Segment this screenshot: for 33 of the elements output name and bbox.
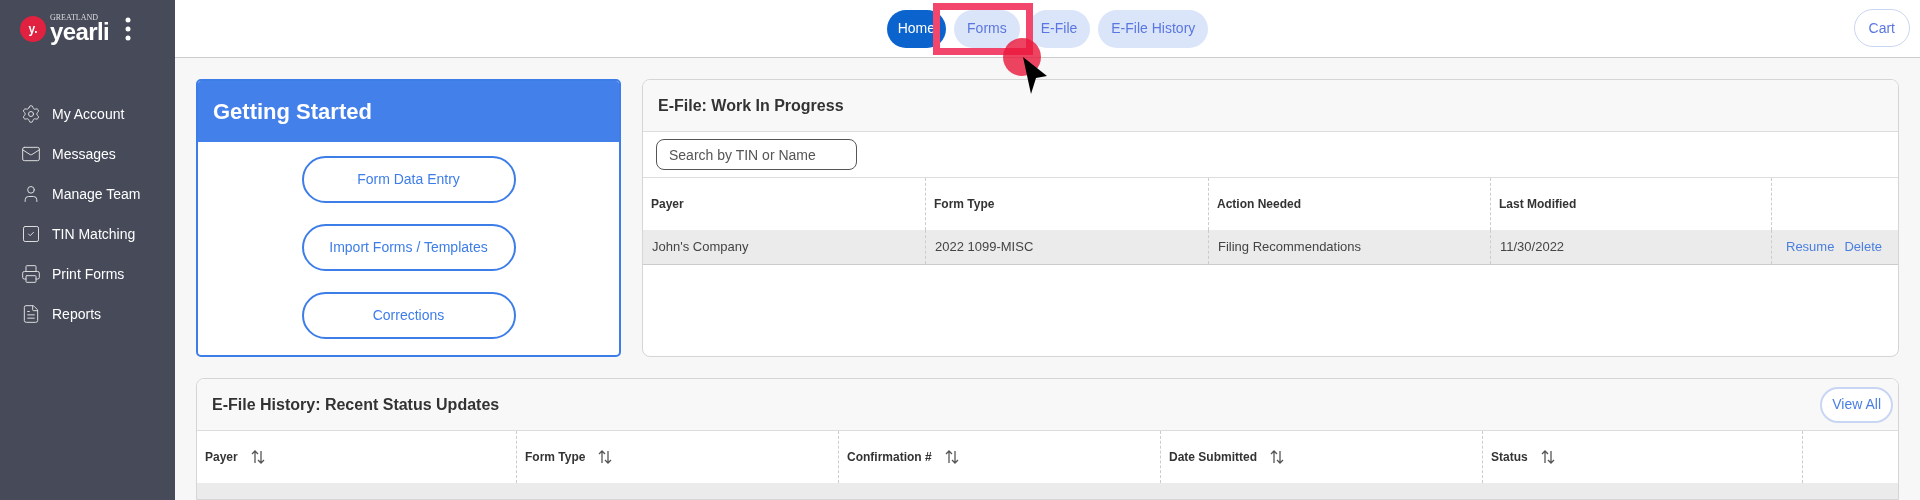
sort-icon[interactable] — [597, 449, 614, 465]
sort-icon[interactable] — [1269, 449, 1285, 465]
checkbox-icon — [21, 224, 41, 244]
sort-icon[interactable] — [249, 449, 266, 465]
table-cell: 11/30/2022 — [1491, 230, 1772, 264]
sidebar-item[interactable]: My Account — [0, 94, 175, 134]
printer-icon — [21, 264, 41, 284]
sidebar-item[interactable]: TIN Matching — [0, 214, 175, 254]
logo-wordmark: yearli — [50, 20, 110, 44]
action-button[interactable]: Import Forms / Templates — [301, 224, 516, 271]
card-title: Getting Started — [198, 81, 619, 142]
more-icon[interactable] — [125, 17, 132, 41]
sidebar-item[interactable]: Reports — [0, 294, 175, 334]
sort-icon[interactable] — [943, 449, 960, 465]
sidebar-item[interactable]: Messages — [0, 134, 175, 174]
search-field[interactable]: Search by TIN or Name — [656, 139, 857, 170]
logo-subtitle: GREATLAND — [50, 14, 99, 22]
card-title: E-File: Work In Progress — [658, 95, 844, 116]
envelope-icon — [21, 144, 41, 164]
table-cell: 2022 1099-MISC — [926, 230, 1209, 264]
view-all-button[interactable]: View All — [1820, 386, 1893, 423]
document-icon — [21, 304, 41, 324]
logo-badge: y. — [20, 16, 46, 42]
table-cell: Filing Recommendations — [1209, 230, 1491, 264]
action-button[interactable]: Corrections — [301, 292, 516, 339]
cart-button[interactable]: Cart — [1853, 9, 1910, 47]
action-button[interactable]: Form Data Entry — [301, 156, 516, 203]
sidebar-item[interactable]: Print Forms — [0, 254, 175, 294]
table-cell: John's Company — [643, 230, 926, 264]
gear-icon — [21, 104, 41, 124]
sort-icon[interactable] — [1539, 449, 1556, 465]
sidebar-item[interactable]: Manage Team — [0, 174, 175, 214]
card-title: E-File History: Recent Status Updates — [212, 394, 500, 415]
